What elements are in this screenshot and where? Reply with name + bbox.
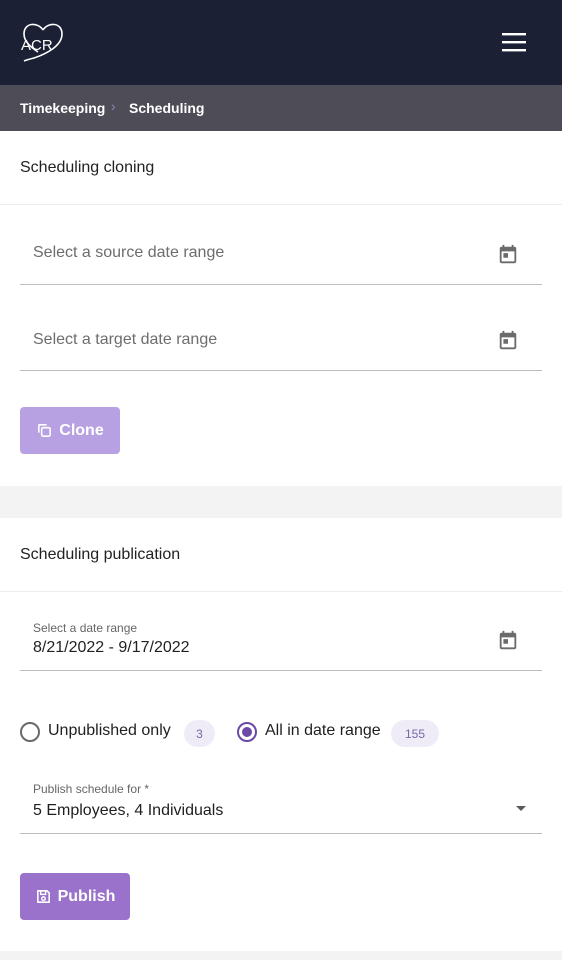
radio-label-unpublished-only[interactable]: Unpublished only xyxy=(48,722,171,740)
publication-date-range-field[interactable]: Select a date range 8/21/2022 - 9/17/202… xyxy=(20,615,542,671)
date-range-value: 8/21/2022 - 9/17/2022 xyxy=(33,639,190,656)
calendar-icon[interactable] xyxy=(497,630,519,652)
radio-label-all-in-date-range[interactable]: All in date range xyxy=(265,722,381,740)
divider xyxy=(0,591,562,592)
calendar-icon[interactable] xyxy=(497,244,519,266)
calendar-icon[interactable] xyxy=(497,330,519,352)
target-date-range-placeholder: Select a target date range xyxy=(33,331,218,348)
breadcrumb: Timekeeping › Scheduling xyxy=(0,85,562,131)
publish-for-label: Publish schedule for * xyxy=(33,782,150,796)
save-icon xyxy=(36,890,50,903)
hamburger-menu-icon[interactable] xyxy=(499,29,529,55)
scheduling-cloning-card: Scheduling cloning Select a source date … xyxy=(0,131,562,486)
publish-button-label: Publish xyxy=(57,887,116,905)
acr-logo[interactable]: ACR xyxy=(18,20,68,64)
target-date-range-field[interactable]: Select a target date range xyxy=(20,315,542,371)
source-date-range-placeholder: Select a source date range xyxy=(33,244,225,261)
chevron-right-icon: › xyxy=(111,98,116,114)
publish-schedule-for-select[interactable]: Publish schedule for * 5 Employees, 4 In… xyxy=(20,778,542,834)
all-count-badge: 155 xyxy=(391,720,439,747)
dropdown-arrow-icon[interactable] xyxy=(516,806,526,811)
publish-for-value: 5 Employees, 4 Individuals xyxy=(33,802,224,819)
unpublished-count-badge: 3 xyxy=(184,720,215,747)
card-title-publication: Scheduling publication xyxy=(20,546,181,563)
date-range-label: Select a date range xyxy=(33,621,138,635)
clone-button-label: Clone xyxy=(59,421,104,439)
clone-button[interactable]: Clone xyxy=(20,407,120,454)
app-header: ACR xyxy=(0,0,562,85)
radio-all-in-date-range[interactable] xyxy=(237,722,257,742)
copy-icon xyxy=(38,424,52,437)
card-title-cloning: Scheduling cloning xyxy=(20,159,155,176)
logo-text: ACR xyxy=(21,37,53,54)
publish-button[interactable]: Publish xyxy=(20,873,130,920)
breadcrumb-item-timekeeping[interactable]: Timekeeping xyxy=(20,100,105,116)
divider xyxy=(0,204,562,205)
breadcrumb-item-scheduling: Scheduling xyxy=(129,100,205,116)
radio-unpublished-only[interactable] xyxy=(20,722,40,742)
source-date-range-field[interactable]: Select a source date range xyxy=(20,229,542,285)
